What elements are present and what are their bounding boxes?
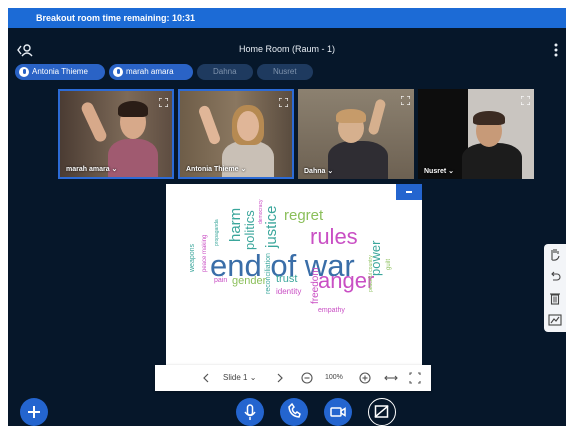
- cloud-word: empathy: [318, 307, 345, 314]
- cloud-word: democracy: [258, 199, 264, 224]
- phone-icon: [288, 402, 301, 418]
- video-tile[interactable]: Dahna ⌄: [298, 89, 414, 179]
- plus-icon: [28, 406, 40, 418]
- zoom-level: 100%: [325, 374, 343, 381]
- more-vertical-icon: [554, 43, 558, 57]
- presentation-fullscreen-button[interactable]: [407, 365, 423, 391]
- breakout-timer-text: Breakout room time remaining: 10:31: [36, 13, 196, 23]
- fullscreen-icon: [409, 372, 421, 384]
- mute-microphone-button[interactable]: [236, 398, 264, 426]
- clear-annotations-button[interactable]: [547, 290, 563, 306]
- undo-button[interactable]: [547, 268, 563, 284]
- share-webcam-button[interactable]: [324, 398, 352, 426]
- cloud-word: trust: [276, 273, 297, 285]
- participant-silhouette: [108, 139, 158, 177]
- participant-name: Antonia Thieme ⌄: [186, 166, 247, 173]
- video-tile[interactable]: Antonia Thieme ⌄: [178, 89, 294, 179]
- participant-silhouette: [328, 141, 388, 179]
- cloud-word: guilt: [386, 259, 392, 270]
- cloud-word: peaceful country: [368, 255, 374, 292]
- cloud-word: peace making: [202, 235, 208, 272]
- video-tile[interactable]: Nusret ⌄: [418, 89, 534, 179]
- chart-icon: [548, 314, 562, 326]
- cloud-word: anger: [318, 268, 374, 293]
- previous-slide-button[interactable]: [199, 365, 213, 391]
- cloud-word: harm: [227, 208, 244, 242]
- chevron-left-icon: [203, 373, 209, 383]
- zoom-in-button[interactable]: [357, 365, 373, 391]
- cloud-word: gender: [232, 275, 267, 287]
- undo-icon: [551, 271, 561, 281]
- screenshare-button[interactable]: [368, 398, 396, 426]
- presentation-toolbar: Slide 1 ⌄ 100%: [155, 365, 431, 391]
- slide-select[interactable]: Slide 1 ⌄: [223, 365, 267, 391]
- participant-name: Nusret ⌄: [424, 168, 454, 175]
- participant-silhouette: [222, 141, 274, 177]
- cloud-word: pain: [214, 277, 227, 284]
- hand-tool-button[interactable]: [547, 246, 563, 262]
- cloud-word: reconciliation: [265, 253, 272, 294]
- multi-user-whiteboard-button[interactable]: [547, 312, 563, 328]
- microphone-icon: [19, 67, 29, 77]
- cloud-word: rules: [310, 224, 358, 249]
- room-title: Home Room (Raum - 1): [238, 44, 336, 54]
- cloud-word: regret: [284, 207, 324, 224]
- leave-audio-button[interactable]: [280, 398, 308, 426]
- conference-window: Breakout room time remaining: 10:31 Home…: [8, 8, 566, 426]
- zoom-in-icon: [359, 372, 371, 384]
- participant-silhouette: [462, 143, 522, 179]
- fit-width-button[interactable]: [383, 365, 399, 391]
- next-slide-button[interactable]: [273, 365, 287, 391]
- fullscreen-icon: [520, 95, 531, 106]
- cloud-word: freedom: [310, 267, 321, 304]
- microphone-icon: [244, 404, 256, 420]
- cloud-word: identity: [276, 287, 301, 296]
- talking-pill[interactable]: Antonia Thieme: [15, 64, 105, 80]
- video-tile[interactable]: marah amara ⌄: [58, 89, 174, 179]
- zoom-out-button[interactable]: [299, 365, 315, 391]
- participant-name: marah amara ⌄: [66, 166, 118, 173]
- fullscreen-icon: [278, 97, 289, 108]
- fullscreen-button[interactable]: [400, 92, 411, 106]
- talking-pill[interactable]: marah amara: [109, 64, 193, 80]
- video-camera-icon: [330, 407, 346, 417]
- options-menu-button[interactable]: [552, 42, 560, 58]
- fit-width-icon: [384, 375, 398, 381]
- participant-name: Dahna ⌄: [304, 168, 334, 175]
- talking-pill[interactable]: Dahna: [197, 64, 253, 80]
- hand-icon: [551, 249, 560, 261]
- chevron-right-icon: [277, 373, 283, 383]
- presentation-slide[interactable]: end of war rules anger regret justice po…: [166, 184, 422, 367]
- fullscreen-button[interactable]: [158, 94, 169, 108]
- cloud-word: politics: [242, 210, 257, 250]
- whiteboard-toolbar: [544, 244, 566, 332]
- fullscreen-button[interactable]: [520, 92, 531, 106]
- zoom-out-icon: [301, 372, 313, 384]
- fullscreen-button[interactable]: [278, 94, 289, 108]
- fullscreen-icon: [400, 95, 411, 106]
- cloud-word: weapons: [189, 243, 196, 273]
- top-bar: Home Room (Raum - 1): [8, 38, 566, 64]
- microphone-icon: [113, 67, 123, 77]
- cloud-word: justice: [263, 205, 280, 249]
- breakout-timer-banner: Breakout room time remaining: 10:31: [8, 8, 566, 28]
- screenshare-off-icon: [374, 405, 389, 418]
- word-cloud: end of war rules anger regret justice po…: [189, 199, 392, 314]
- actions-menu-button[interactable]: [20, 398, 48, 426]
- talking-pill[interactable]: Nusret: [257, 64, 313, 80]
- trash-icon: [550, 293, 560, 305]
- cloud-word: propaganda: [214, 219, 220, 246]
- fullscreen-icon: [158, 97, 169, 108]
